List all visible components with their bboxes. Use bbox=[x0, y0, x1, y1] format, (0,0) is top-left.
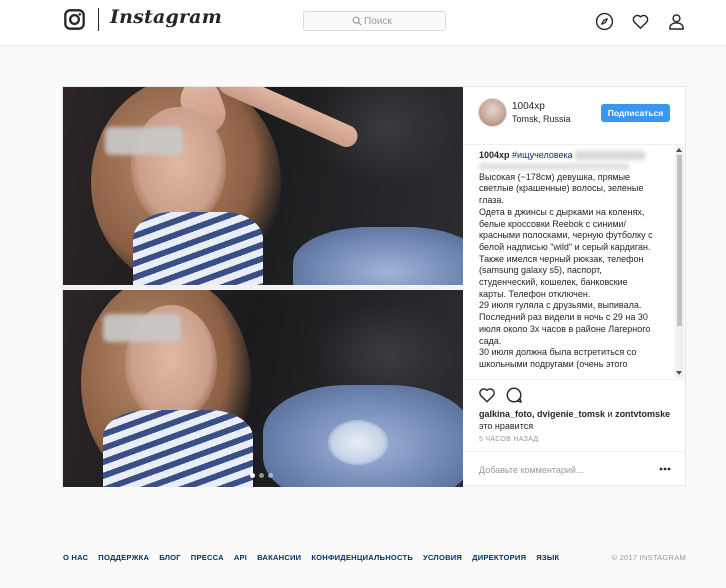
footer-link[interactable]: API bbox=[234, 553, 247, 565]
brand-wordmark[interactable]: Instagram bbox=[110, 6, 222, 28]
post-media[interactable] bbox=[63, 87, 463, 487]
search-box[interactable] bbox=[303, 11, 446, 31]
comment-bubble-icon[interactable] bbox=[505, 386, 523, 404]
likes-conjunction: и bbox=[605, 409, 616, 419]
caption-line: светлые (крашенные) волосы, зеленые bbox=[479, 183, 644, 194]
footer-link[interactable]: БЛОГ bbox=[159, 553, 181, 565]
caption-redaction bbox=[479, 162, 629, 170]
caption-line: белые кроссовки Reebok с синими/ bbox=[479, 218, 627, 229]
caption-line: школьными подругами (очень этого bbox=[479, 358, 628, 369]
footer-link[interactable]: ВАКАНСИИ bbox=[257, 553, 301, 565]
caption-line: 30 июля должна была встретиться со bbox=[479, 347, 637, 358]
carousel-dot-active[interactable] bbox=[250, 473, 255, 478]
ripped-knee-shape bbox=[328, 420, 388, 465]
logo-separator bbox=[98, 8, 99, 31]
post-caption: 1004xp #ищучеловека Высокая (~178см) дев… bbox=[479, 150, 673, 371]
post-timestamp[interactable]: 5 ЧАСОВ НАЗАД bbox=[479, 436, 538, 443]
search-input[interactable] bbox=[364, 14, 442, 28]
caption-line: студенческий, кошелек, банковские bbox=[479, 277, 628, 288]
search-icon bbox=[352, 16, 362, 26]
caption-line: 29 июля гуляла с друзьями, выпивала. bbox=[479, 300, 642, 311]
scroll-thumb[interactable] bbox=[677, 155, 682, 326]
add-comment-bar bbox=[463, 451, 685, 485]
striped-shirt-shape bbox=[133, 212, 263, 285]
caption-line: сада. bbox=[479, 335, 502, 346]
carousel-dot[interactable] bbox=[259, 473, 264, 478]
face-shape bbox=[131, 107, 226, 227]
likes-suffix: это нравится bbox=[479, 420, 534, 431]
post-username[interactable]: 1004xp bbox=[512, 101, 545, 112]
top-navigation-bar: Instagram bbox=[0, 0, 726, 46]
comments-area[interactable]: 1004xp #ищучеловека Высокая (~178см) дев… bbox=[463, 146, 685, 378]
more-options-icon[interactable] bbox=[659, 467, 671, 471]
caption-line: Высокая (~178см) девушка, прямые bbox=[479, 171, 631, 182]
likes-summary: galkina_foto, dvigenie_tomsk и zontvtoms… bbox=[479, 409, 679, 432]
caption-line: Также имелся черный рюкзак, телефон bbox=[479, 253, 644, 264]
post-location[interactable]: Tomsk, Russia bbox=[512, 114, 571, 124]
footer-link[interactable]: ДИРЕКТОРИЯ bbox=[472, 553, 526, 565]
caption-line: Одета в джинсы с дырками на коленях, bbox=[479, 206, 645, 217]
carousel-dot[interactable] bbox=[268, 473, 273, 478]
footer-links: О НАС ПОДДЕРЖКА БЛОГ ПРЕССА API ВАКАНСИИ КОНФИ… bbox=[63, 553, 559, 565]
post-photo-bottom bbox=[63, 290, 463, 487]
caption-line: Последний раз видели в ночь с 29 на 30 bbox=[479, 312, 648, 323]
caption-line: глаза. bbox=[479, 195, 504, 206]
liked-by-last-user[interactable]: zontvtomske bbox=[615, 409, 670, 419]
post-photo-top bbox=[63, 87, 463, 285]
instagram-logo-icon[interactable] bbox=[64, 9, 85, 30]
copyright: © 2017 INSTAGRAM bbox=[611, 553, 686, 562]
post-header: 1004xp Tomsk, Russia Подписаться bbox=[463, 87, 685, 145]
caption-line: июля около 3х часов в районе Лагерного bbox=[479, 323, 651, 334]
person-icon[interactable] bbox=[667, 12, 686, 31]
scroll-up-arrow-icon[interactable] bbox=[676, 148, 682, 152]
footer-link[interactable]: ПОДДЕРЖКА bbox=[98, 553, 149, 565]
striped-shirt-shape bbox=[103, 410, 253, 487]
post-side-panel: 1004xp Tomsk, Russia Подписаться 1004xp … bbox=[463, 87, 685, 485]
avatar[interactable] bbox=[478, 98, 507, 127]
comment-input[interactable] bbox=[479, 463, 639, 477]
caption-username[interactable]: 1004xp bbox=[479, 150, 510, 160]
caption-text: Высокая (~178см) девушка, прямые светлые … bbox=[479, 172, 673, 371]
carousel-indicator bbox=[250, 473, 276, 479]
liked-by-users[interactable]: galkina_foto, dvigenie_tomsk bbox=[479, 409, 605, 419]
follow-button[interactable]: Подписаться bbox=[601, 104, 670, 122]
footer-link[interactable]: КОНФИДЕНЦИАЛЬНОСТЬ bbox=[311, 553, 413, 565]
like-heart-icon[interactable] bbox=[478, 386, 496, 404]
footer-link[interactable]: ПРЕССА bbox=[191, 553, 224, 565]
caption-line: (samsung galaxy s5), паспорт, bbox=[479, 265, 602, 276]
heart-icon[interactable] bbox=[631, 12, 650, 31]
footer-link[interactable]: ЯЗЫК bbox=[536, 553, 559, 565]
caption-hashtag[interactable]: #ищучеловека bbox=[512, 150, 573, 160]
face-blur-redaction bbox=[105, 127, 183, 155]
footer-link[interactable]: УСЛОВИЯ bbox=[423, 553, 462, 565]
post-actions: galkina_foto, dvigenie_tomsk и zontvtoms… bbox=[463, 379, 685, 451]
caption-line: белой надписью "wild" и серый кардиган. bbox=[479, 241, 651, 252]
caption-redaction bbox=[575, 151, 646, 161]
caption-line: красными полосками, черную футболку с bbox=[479, 230, 653, 241]
post-card: 1004xp Tomsk, Russia Подписаться 1004xp … bbox=[62, 86, 686, 487]
comments-scrollbar[interactable] bbox=[675, 146, 684, 378]
scroll-down-arrow-icon[interactable] bbox=[676, 371, 682, 375]
jeans-shape bbox=[293, 227, 463, 285]
face-blur-redaction bbox=[103, 314, 181, 342]
footer-link[interactable]: О НАС bbox=[63, 553, 88, 565]
compass-icon[interactable] bbox=[595, 12, 614, 31]
caption-line: карты. Телефон отключен. bbox=[479, 288, 591, 299]
